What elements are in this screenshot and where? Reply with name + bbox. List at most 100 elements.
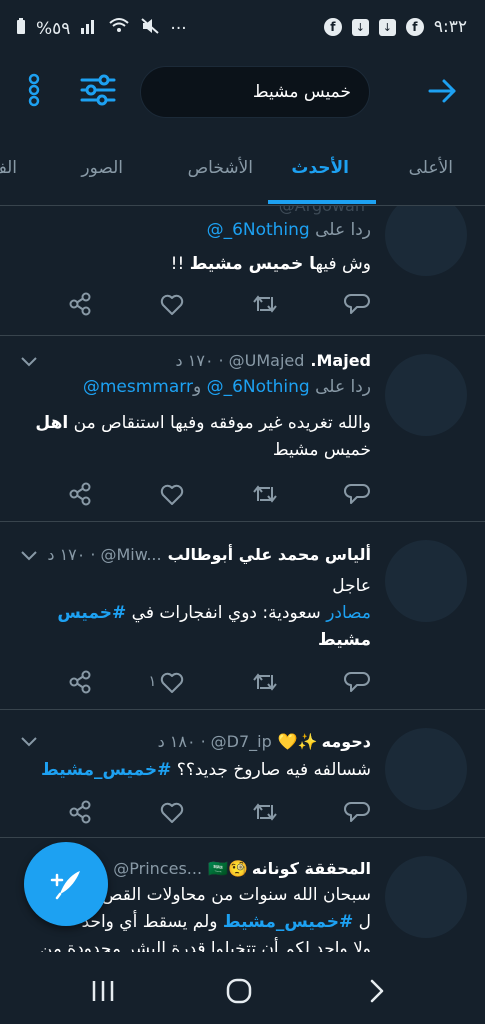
reply-context: ردا على @_6Nothing و@mesmmarr: [14, 377, 371, 397]
name-emoji: 🧐🇸🇦: [208, 858, 248, 878]
retweet-button[interactable]: [251, 480, 279, 508]
share-button[interactable]: [66, 668, 94, 696]
retweet-button[interactable]: [251, 668, 279, 696]
tweet-text-part: !!: [170, 254, 190, 274]
tweet-text-part: وش فيه: [315, 254, 371, 274]
tweet-actions: [66, 480, 371, 508]
tab-people[interactable]: الأشخاص: [188, 158, 253, 178]
tweet-author-name[interactable]: Majed.: [310, 351, 371, 370]
share-button[interactable]: [66, 798, 94, 826]
tweet-link[interactable]: مصادر: [326, 603, 371, 623]
sliders-icon: [80, 74, 116, 106]
tweet-text: والله تغريده غير موفقه وفيها استنقاص من …: [14, 410, 371, 464]
tab-videos[interactable]: الف: [0, 158, 17, 178]
tweet-author-name[interactable]: ألياس محمد علي أبوطالب: [168, 545, 371, 564]
tab-latest[interactable]: الأحدث: [291, 158, 349, 178]
hashtag-link[interactable]: #خميس_مشيط: [223, 912, 353, 932]
battery-level: %٥٩: [36, 18, 71, 39]
home-button[interactable]: [224, 976, 254, 1006]
tweet-feed[interactable]: @Argowan ردا على @_6Nothing وش فيها خميس…: [0, 206, 485, 952]
reply-mention[interactable]: @_6Nothing: [207, 377, 310, 397]
share-icon: [69, 292, 91, 316]
avatar[interactable]: [385, 728, 467, 810]
tweet-author-name[interactable]: المحققة كونانه: [252, 859, 371, 878]
highlighted-term: اهل: [35, 413, 69, 433]
avatar[interactable]: [385, 856, 467, 938]
tweet-time: ١٧٠ د: [175, 350, 214, 370]
search-field[interactable]: [140, 66, 370, 118]
tweet-text-line: ولا واحد لكم أن تتخيلوا قدرة البشر محدود…: [39, 939, 371, 952]
reply-mention[interactable]: @_6Nothing: [207, 220, 310, 240]
tweet[interactable]: @Argowan ردا على @_6Nothing وش فيها خميس…: [0, 206, 485, 336]
tweet-handle[interactable]: @D7_ip: [211, 732, 272, 751]
avatar[interactable]: [385, 206, 467, 276]
tweet-actions: [66, 798, 371, 826]
more-options-button[interactable]: [24, 70, 44, 110]
facebook-icon: f: [405, 18, 424, 36]
hashtag-link[interactable]: #خميس: [57, 603, 126, 623]
status-bar: %٥٩ ··· f ↓ ↓ f ٩:٣٢: [0, 0, 485, 58]
chevron-right-icon: [370, 979, 384, 1003]
tweet-handle[interactable]: @UMajed: [229, 351, 305, 370]
back-button[interactable]: [425, 74, 459, 108]
vertical-dots-icon: [28, 73, 40, 107]
recent-apps-button[interactable]: [88, 976, 118, 1006]
share-button[interactable]: [66, 290, 94, 318]
reply-button[interactable]: [343, 290, 371, 318]
system-nav-bar: [0, 952, 485, 1024]
search-filter-button[interactable]: [78, 70, 118, 110]
arrow-right-icon: [428, 79, 456, 103]
mute-icon: [140, 17, 160, 40]
hashtag-link[interactable]: #خميس_مشيط: [41, 760, 171, 780]
like-button[interactable]: [158, 480, 186, 508]
tweet-author-name[interactable]: دحومه: [322, 732, 371, 751]
reply-mention[interactable]: @mesmmarr: [83, 377, 193, 397]
like-button[interactable]: [158, 290, 186, 318]
reply-button[interactable]: [343, 668, 371, 696]
like-button[interactable]: ١: [148, 668, 186, 696]
tweet-menu-button[interactable]: [20, 732, 38, 750]
like-button[interactable]: [158, 798, 186, 826]
separator-dot: ·: [218, 350, 224, 370]
reply-bubble-icon: [343, 802, 370, 822]
avatar[interactable]: [385, 540, 467, 622]
battery-icon: [16, 17, 26, 40]
tweet-handle[interactable]: @Princes...: [113, 859, 202, 878]
search-header: [0, 58, 485, 130]
share-button[interactable]: [66, 480, 94, 508]
tab-top[interactable]: الأعلى: [409, 158, 453, 178]
tweet-menu-button[interactable]: [20, 352, 38, 370]
heart-icon: [161, 672, 184, 693]
avatar[interactable]: [385, 354, 467, 436]
compose-tweet-button[interactable]: [24, 842, 108, 926]
share-icon: [69, 670, 91, 694]
feather-plus-icon: [50, 871, 80, 900]
reply-bubble-icon: [343, 484, 370, 504]
tweet-text-part: ل: [353, 912, 371, 932]
reply-bubble-icon: [343, 294, 370, 314]
back-nav-button[interactable]: [362, 976, 392, 1006]
tweet[interactable]: Majed. @UMajed · ١٧٠ د ردا على @_6Nothin…: [0, 336, 485, 522]
tab-photos[interactable]: الصور: [81, 158, 123, 178]
tweet-text: وش فيها خميس مشيط !!: [14, 251, 371, 278]
heart-icon: [161, 484, 184, 505]
active-tab-indicator: [268, 200, 376, 204]
tweet[interactable]: دحومه ✨💛 @D7_ip · ١٨٠ د شسالفه فيه صاروخ…: [0, 710, 485, 838]
retweet-button[interactable]: [251, 798, 279, 826]
reply-prefix: ردا على: [315, 220, 371, 240]
retweet-button[interactable]: [251, 290, 279, 318]
status-left: %٥٩ ···: [16, 17, 187, 40]
tweet-handle[interactable]: @Miw...: [100, 545, 161, 564]
tweet[interactable]: ألياس محمد علي أبوطالب @Miw... · ١٧٠ د ع…: [0, 522, 485, 710]
tweet-menu-button[interactable]: [20, 546, 38, 564]
tweet-text: شسالفه فيه صاروخ جديد؟؟ #خميس_مشيط: [14, 757, 371, 784]
retweet-icon: [252, 485, 277, 503]
signal-icon: [80, 18, 98, 39]
tweet-text-line: عاجل: [332, 576, 371, 596]
search-input[interactable]: [141, 67, 369, 117]
like-count: ١: [148, 672, 157, 690]
tweet-handle[interactable]: @Argowan: [279, 206, 365, 215]
clock: ٩:٣٢: [433, 17, 467, 37]
reply-button[interactable]: [343, 798, 371, 826]
reply-button[interactable]: [343, 480, 371, 508]
